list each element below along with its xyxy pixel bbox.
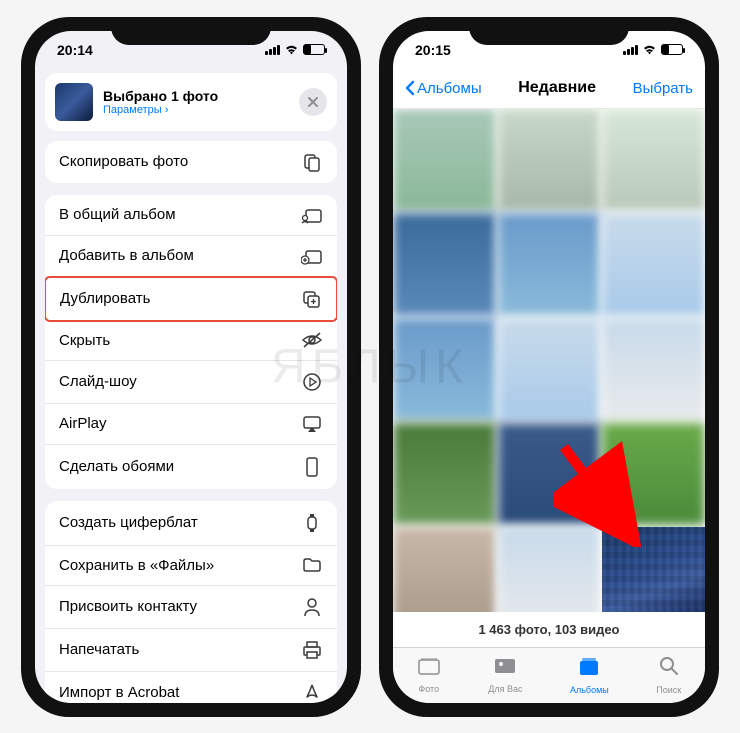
photos-tab-icon: [417, 656, 441, 682]
action-group: Скопировать фото: [45, 141, 337, 183]
status-indicators: [623, 42, 683, 58]
action-row-print[interactable]: Напечатать: [45, 629, 337, 672]
airplay-icon: [301, 415, 323, 433]
wallpaper-icon: [301, 456, 323, 478]
nav-title: Недавние: [518, 79, 596, 97]
shared-album-icon: [301, 206, 323, 224]
action-row-slideshow[interactable]: Слайд-шоу: [45, 361, 337, 404]
photo-thumbnail[interactable]: [393, 318, 496, 421]
wifi-icon: [284, 42, 299, 58]
copy-icon: [301, 152, 323, 172]
photo-thumbnail[interactable]: [498, 423, 601, 526]
battery-icon: [661, 44, 683, 55]
action-label: Создать циферблат: [59, 514, 198, 531]
photo-thumbnail[interactable]: [393, 423, 496, 526]
action-label: Импорт в Acrobat: [59, 684, 179, 701]
slideshow-icon: [301, 372, 323, 392]
files-icon: [301, 557, 323, 573]
action-row-acrobat[interactable]: Импорт в Acrobat: [45, 672, 337, 703]
tab-photos[interactable]: Фото: [417, 656, 441, 694]
action-label: Сделать обоями: [59, 458, 174, 475]
contact-icon: [301, 597, 323, 617]
select-button[interactable]: Выбрать: [633, 80, 693, 97]
action-label: В общий альбом: [59, 206, 176, 223]
photo-thumbnail[interactable]: [498, 527, 601, 611]
action-row-contact[interactable]: Присвоить контакту: [45, 586, 337, 629]
hide-icon: [301, 332, 323, 348]
tab-bar: Фото Для Вас Альбомы Поиск: [393, 647, 705, 703]
search-tab-icon: [658, 655, 680, 683]
battery-icon: [303, 44, 325, 55]
action-row-add-album[interactable]: Добавить в альбом: [45, 236, 337, 277]
tab-albums[interactable]: Альбомы: [570, 655, 609, 695]
tab-label: Фото: [418, 684, 439, 694]
photo-grid[interactable]: [393, 109, 705, 612]
photo-thumbnail[interactable]: [393, 527, 496, 611]
status-time: 20:14: [57, 42, 93, 58]
photo-thumbnail[interactable]: [393, 213, 496, 316]
share-actions-list[interactable]: Скопировать фото В общий альбом Добавить в…: [35, 141, 347, 703]
action-row-shared-album[interactable]: В общий альбом: [45, 195, 337, 236]
tab-label: Для Вас: [488, 684, 522, 694]
photo-thumbnail-duplicate[interactable]: [602, 527, 705, 611]
nav-bar: Альбомы Недавние Выбрать: [393, 69, 705, 109]
cellular-icon: [623, 45, 638, 55]
tab-search[interactable]: Поиск: [656, 655, 681, 695]
share-title: Выбрано 1 фото: [103, 88, 289, 104]
back-button[interactable]: Альбомы: [405, 80, 482, 97]
status-time: 20:15: [415, 42, 451, 58]
albums-tab-icon: [577, 655, 601, 683]
action-row-duplicate[interactable]: Дублировать: [45, 276, 337, 322]
phone-left: 20:14 Выбрано 1 фото Параметры › Скопиро…: [21, 17, 361, 717]
wifi-icon: [642, 42, 657, 58]
cellular-icon: [265, 45, 280, 55]
photo-thumbnail[interactable]: [498, 109, 601, 212]
foryou-tab-icon: [493, 656, 517, 682]
photo-thumbnail[interactable]: [602, 213, 705, 316]
action-label: Скрыть: [59, 332, 110, 349]
tab-label: Поиск: [656, 685, 681, 695]
action-row-watchface[interactable]: Создать циферблат: [45, 501, 337, 546]
action-row-copy[interactable]: Скопировать фото: [45, 141, 337, 183]
acrobat-icon: [301, 683, 323, 703]
action-label: AirPlay: [59, 415, 107, 432]
photo-thumbnail[interactable]: [602, 109, 705, 212]
photo-thumbnail[interactable]: [498, 213, 601, 316]
action-label: Слайд-шоу: [59, 373, 137, 390]
photo-thumbnail[interactable]: [393, 109, 496, 212]
photo-count-label: 1 463 фото, 103 видео: [393, 612, 705, 647]
action-row-hide[interactable]: Скрыть: [45, 321, 337, 361]
print-icon: [301, 640, 323, 660]
share-options-link[interactable]: Параметры ›: [103, 104, 289, 116]
status-indicators: [265, 42, 325, 58]
status-bar: 20:15: [393, 31, 705, 69]
add-album-icon: [301, 247, 323, 265]
action-label: Присвоить контакту: [59, 598, 197, 615]
share-header: Выбрано 1 фото Параметры ›: [45, 73, 337, 131]
action-group: В общий альбом Добавить в альбом Дублирова…: [45, 195, 337, 489]
action-label: Добавить в альбом: [59, 247, 194, 264]
phone-right: 20:15 Альбомы Недавние Выбрать: [379, 17, 719, 717]
action-label: Дублировать: [60, 290, 150, 307]
action-label: Напечатать: [59, 641, 139, 658]
watchface-icon: [301, 512, 323, 534]
photo-thumbnail: [55, 83, 93, 121]
action-row-wallpaper[interactable]: Сделать обоями: [45, 445, 337, 489]
tab-label: Альбомы: [570, 685, 609, 695]
action-label: Сохранить в «Файлы»: [59, 557, 214, 574]
action-row-airplay[interactable]: AirPlay: [45, 404, 337, 445]
duplicate-icon: [300, 289, 322, 309]
close-button[interactable]: [299, 88, 327, 116]
screen-share-sheet: 20:14 Выбрано 1 фото Параметры › Скопиро…: [35, 31, 347, 703]
action-label: Скопировать фото: [59, 153, 188, 170]
status-bar: 20:14: [35, 31, 347, 69]
photo-thumbnail[interactable]: [602, 423, 705, 526]
tab-foryou[interactable]: Для Вас: [488, 656, 522, 694]
photo-thumbnail[interactable]: [498, 318, 601, 421]
photo-thumbnail[interactable]: [602, 318, 705, 421]
action-row-files[interactable]: Сохранить в «Файлы»: [45, 546, 337, 586]
screen-photos-grid: 20:15 Альбомы Недавние Выбрать: [393, 31, 705, 703]
action-group: Создать циферблат Сохранить в «Файлы» Прис…: [45, 501, 337, 703]
